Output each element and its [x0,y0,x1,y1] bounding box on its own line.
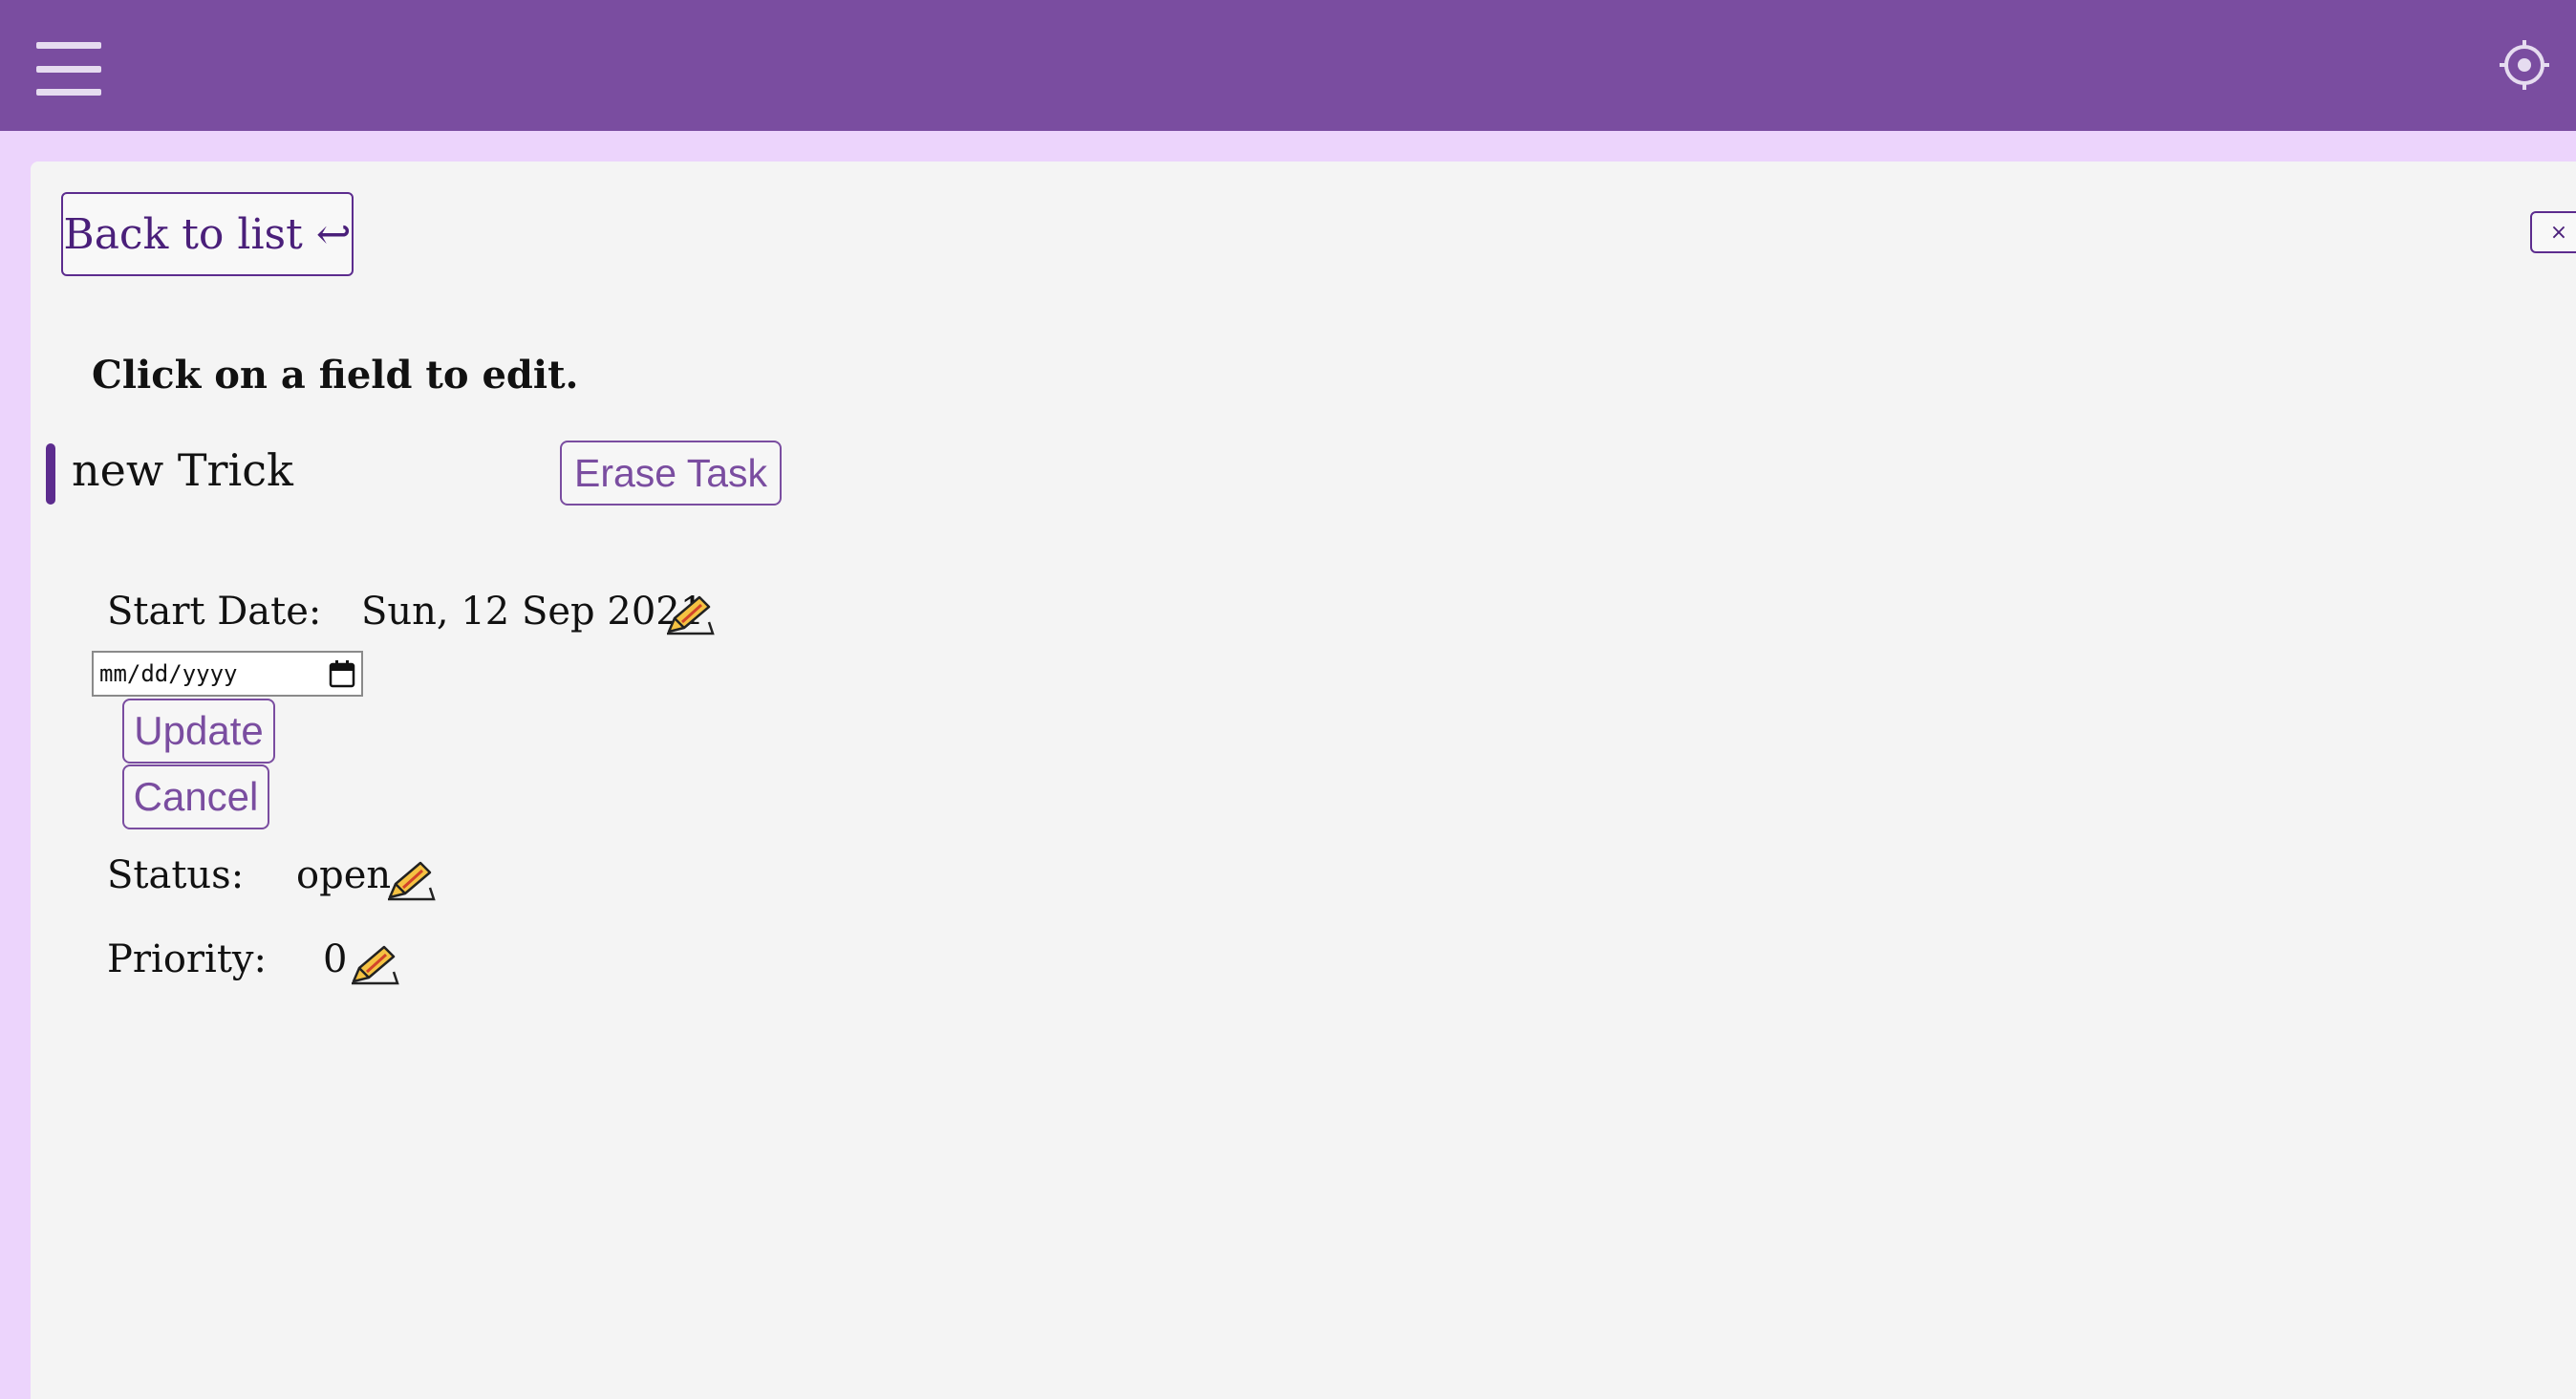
priority-label: Priority: [107,937,267,981]
start-date-value[interactable]: Sun, 12 Sep 2021 [361,590,704,634]
pencil-writing-icon[interactable] [665,590,715,635]
date-input-placeholder: mm/dd/yyyy [99,660,238,687]
gear-icon[interactable] [2498,38,2551,92]
edit-hint: Click on a field to edit. [92,353,579,398]
pencil-writing-icon[interactable] [386,855,436,901]
back-to-list-button[interactable]: Back to list ↩ [61,192,354,276]
pencil-writing-icon[interactable] [350,939,399,985]
priority-value[interactable]: 0 [323,937,347,981]
status-value[interactable]: open [296,853,391,897]
task-accent-bar [46,443,55,505]
status-label: Status: [107,853,245,897]
start-date-input[interactable]: mm/dd/yyyy [92,651,363,697]
task-title[interactable]: new Trick [72,444,293,496]
cancel-button[interactable]: Cancel [122,764,269,829]
start-date-label: Start Date: [107,590,322,634]
close-button[interactable]: × [2530,211,2576,253]
hamburger-menu-icon[interactable] [36,42,101,96]
top-navigation-bar [0,0,2576,131]
calendar-icon[interactable] [329,659,355,688]
task-detail-panel: Back to list ↩ × Click on a field to edi… [31,161,2576,1399]
update-button[interactable]: Update [122,699,275,764]
erase-task-button[interactable]: Erase Task [560,441,782,506]
